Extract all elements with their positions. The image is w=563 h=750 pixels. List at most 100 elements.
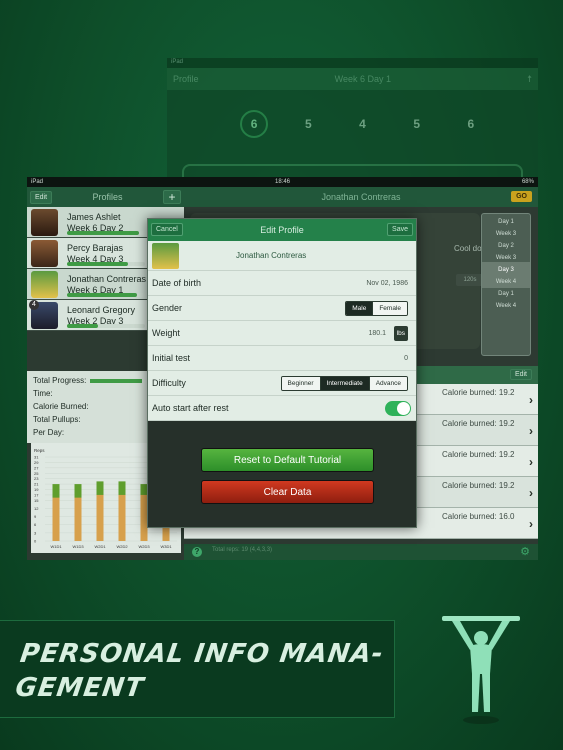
y-tick-label: 27 <box>34 465 39 470</box>
weight-row: Weight 180.1 lbs <box>148 321 416 346</box>
dob-value[interactable]: Nov 02, 1986 <box>366 280 408 287</box>
chevron-right-icon: › <box>529 424 533 438</box>
back-day: 4 <box>359 117 366 131</box>
back-days: 6 5 4 5 6 <box>167 90 538 138</box>
gender-segmented-control[interactable]: Male Female <box>345 300 408 316</box>
y-tick-label: 29 <box>34 460 39 465</box>
y-tick-label: 23 <box>34 476 39 481</box>
gear-icon[interactable]: ⚙ <box>520 545 530 558</box>
add-profile-button[interactable]: + <box>162 190 181 204</box>
x-tick-label: W2D2 <box>116 544 128 549</box>
reset-tutorial-button[interactable]: Reset to Default Tutorial <box>201 448 374 472</box>
chart-bar-orange <box>118 494 126 541</box>
y-tick-label: 19 <box>34 487 39 492</box>
y-tick-label: 21 <box>34 482 39 487</box>
total-progress-label: Total Progress: <box>33 376 87 385</box>
difficulty-row: Difficulty Beginner Intermediate Advance <box>148 371 416 396</box>
modal-actions: Reset to Default Tutorial Clear Data <box>148 421 416 527</box>
carrier: iPad <box>31 179 44 185</box>
difficulty-label: Difficulty <box>152 378 186 388</box>
y-tick-label: 25 <box>34 471 39 476</box>
back-day: 5 <box>304 117 312 131</box>
gender-row: Gender Male Female <box>148 296 416 321</box>
profile-name: Percy Barajas <box>67 242 124 253</box>
back-nav-left: Profile <box>173 74 199 84</box>
chevron-right-icon: › <box>529 393 533 407</box>
y-tick-label: 0 <box>34 539 37 544</box>
initial-test-row[interactable]: Initial test 0 <box>148 346 416 371</box>
battery: 68% <box>521 179 534 185</box>
picker-item[interactable]: Week 4 <box>482 300 530 312</box>
profiles-title: Profiles <box>92 192 123 202</box>
total-progress-bar <box>90 378 143 383</box>
profile-progress <box>67 231 145 235</box>
y-tick-label: 12 <box>34 506 39 511</box>
y-tick-label: 3 <box>34 530 37 535</box>
gender-male[interactable]: Male <box>346 301 373 315</box>
auto-start-toggle[interactable] <box>385 400 411 416</box>
profile-progress <box>67 262 145 266</box>
profile-name: Jonathan Contreras <box>67 273 147 284</box>
x-tick-label: W2D1 <box>94 544 106 549</box>
calorie-text: Calorie burned: 19.2 <box>442 481 515 490</box>
calorie-text: Calorie burned: 19.2 <box>442 450 515 459</box>
save-button[interactable]: Save <box>387 223 413 236</box>
picker-item[interactable]: Day 3 <box>482 264 530 276</box>
picker-item[interactable]: Day 2 <box>482 240 530 252</box>
gender-label: Gender <box>152 303 183 313</box>
x-tick-label: W3D1 <box>160 544 172 549</box>
edit-profile-modal: Cancel Edit Profile Save Jonathan Contre… <box>147 218 417 528</box>
rest-seconds: 120s <box>456 274 484 286</box>
picker-item[interactable]: Week 3 <box>482 252 530 264</box>
chart-bar-orange <box>52 497 60 541</box>
profile-name-field[interactable]: Jonathan Contreras <box>236 251 306 260</box>
y-tick-label: 6 <box>34 522 37 527</box>
modal-title: Edit Profile <box>260 225 304 235</box>
x-tick-label: W1D1 <box>50 544 62 549</box>
promo-text: PERSONAL INFO MANA- GEMENT <box>13 637 386 705</box>
chevron-right-icon: › <box>529 517 533 531</box>
background-screen: iPad Profile Week 6 Day 1 ☨ 6 5 4 5 6 <box>167 58 538 178</box>
dob-row[interactable]: Date of birth Nov 02, 1986 <box>148 271 416 296</box>
difficulty-segmented-control[interactable]: Beginner Intermediate Advance <box>280 375 408 391</box>
calorie-text: Calorie burned: 16.0 <box>442 512 515 521</box>
weight-value[interactable]: 180.1 <box>368 330 386 337</box>
initial-test-value[interactable]: 0 <box>404 355 408 362</box>
cancel-button[interactable]: Cancel <box>151 223 183 236</box>
status-bar: iPad 18:46 68% <box>27 177 538 187</box>
edit-profiles-button[interactable]: Edit <box>30 190 53 204</box>
picker-item[interactable]: Day 1 <box>482 288 530 300</box>
gender-female[interactable]: Female <box>372 301 407 315</box>
back-nav-title: Week 6 Day 1 <box>334 74 391 84</box>
auto-start-row: Auto start after rest <box>148 396 416 421</box>
profile-name-row[interactable]: Jonathan Contreras <box>148 241 416 271</box>
chart-bar-orange <box>74 497 82 541</box>
day-picker[interactable]: Day 1 Week 3 Day 2 Week 3 Day 3 Week 4 D… <box>481 213 531 356</box>
profile-progress <box>67 324 145 328</box>
edit-history-button[interactable]: Edit <box>509 369 532 380</box>
help-icon[interactable]: ? <box>192 547 202 557</box>
promo-banner: PERSONAL INFO MANA- GEMENT <box>0 620 395 718</box>
y-tick-label: 15 <box>34 498 39 503</box>
calorie-text: Calorie burned: 19.2 <box>442 388 515 397</box>
initial-test-label: Initial test <box>152 353 191 363</box>
notification-badge: 4 <box>29 299 39 310</box>
promo-line-1: PERSONAL INFO MANA- <box>18 639 386 669</box>
promo-line-2: GEMENT <box>13 673 146 703</box>
chart-bar-orange <box>96 494 104 541</box>
clear-data-button[interactable]: Clear Data <box>201 480 374 504</box>
calorie-text: Calorie burned: 19.2 <box>442 419 515 428</box>
avatar[interactable] <box>152 242 179 269</box>
weight-unit-button[interactable]: lbs <box>393 325 408 341</box>
chart-ylabel: Reps <box>34 448 45 453</box>
profiles-nav-bar: Edit Profiles + <box>27 187 184 207</box>
picker-item[interactable]: Week 3 <box>482 228 530 240</box>
go-button[interactable]: GO <box>511 191 532 202</box>
difficulty-beginner[interactable]: Beginner <box>281 376 320 390</box>
back-nav-bar: Profile Week 6 Day 1 ☨ <box>167 68 538 90</box>
difficulty-advance[interactable]: Advance <box>368 376 407 390</box>
pullup-figure-icon <box>442 616 520 724</box>
picker-item[interactable]: Day 1 <box>482 216 530 228</box>
difficulty-intermediate[interactable]: Intermediate <box>319 376 369 390</box>
picker-item[interactable]: Week 4 <box>482 276 530 288</box>
